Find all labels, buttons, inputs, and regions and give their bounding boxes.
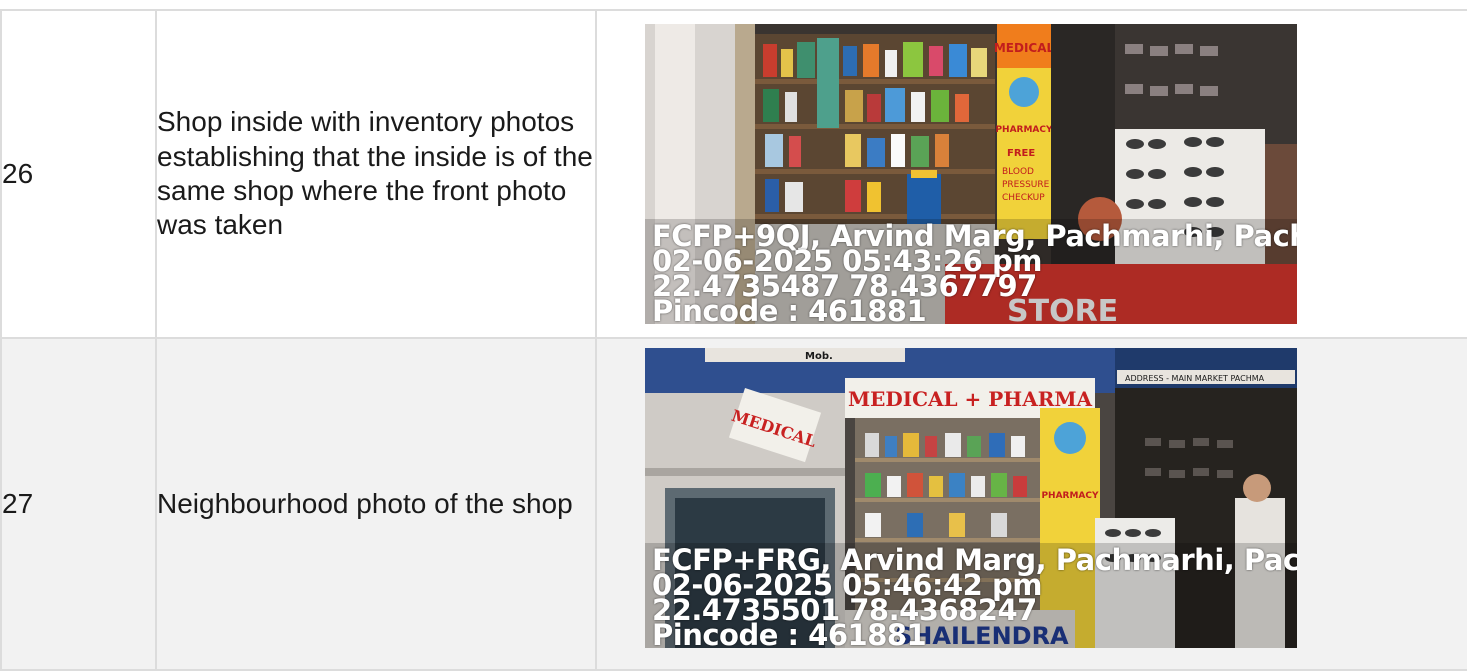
geotag-overlay: FCFP+FRG, Arvind Marg, Pachmarhi, Pachma… <box>652 546 1297 649</box>
sign-medical: MEDICAL <box>994 41 1055 55</box>
sign-medical-pharmacy: MEDICAL + PHARMA <box>848 387 1092 411</box>
geotag-overlay: FCFP+9QJ, Arvind Marg, Pachmarhi, Pachma… <box>652 222 1297 325</box>
evidence-table: 26 Shop inside with inventory photos est… <box>0 9 1467 671</box>
sign-free: FREE <box>1007 148 1035 159</box>
sign-blood: BLOOD <box>1002 167 1034 177</box>
sign-address: ADDRESS - MAIN MARKET PACHMA <box>1125 374 1265 383</box>
row-description: Neighbourhood photo of the shop <box>155 337 597 671</box>
sign-pressure: PRESSURE <box>1002 180 1050 190</box>
sign-pharmacy-2: PHARMACY <box>1041 491 1099 501</box>
photo-cell: MEDICAL PHARMACY FREE BLOOD PRESSURE CHE… <box>595 9 1467 339</box>
row-number: 27 <box>0 337 157 671</box>
row-number: 26 <box>0 9 157 339</box>
table-row: 26 Shop inside with inventory photos est… <box>0 9 1467 339</box>
neighbourhood-photo: Mob. MEDICAL MEDICAL + PHARMA PHARMACY A… <box>645 348 1297 648</box>
sign-checkup: CHECKUP <box>1002 193 1045 203</box>
row-description: Shop inside with inventory photos establ… <box>155 9 597 339</box>
sign-mob: Mob. <box>805 351 833 362</box>
table-row: 27 Neighbourhood photo of the shop Mob. <box>0 337 1467 671</box>
shop-inside-photo: MEDICAL PHARMACY FREE BLOOD PRESSURE CHE… <box>645 24 1297 324</box>
sign-pharmacy: PHARMACY <box>995 125 1053 135</box>
photo-cell: Mob. MEDICAL MEDICAL + PHARMA PHARMACY A… <box>595 337 1467 671</box>
